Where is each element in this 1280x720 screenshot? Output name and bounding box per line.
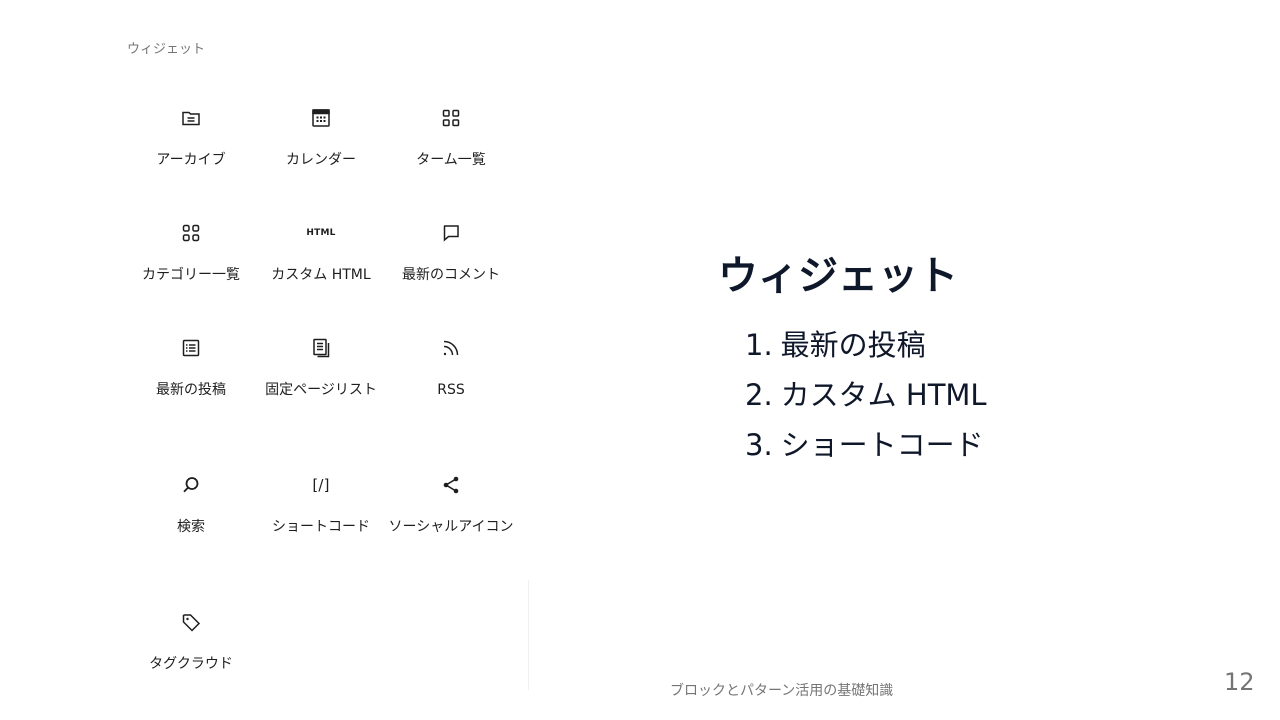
block-label: カスタム HTML (271, 267, 371, 283)
block-custom-html[interactable]: HTML カスタム HTML (256, 221, 386, 331)
block-label: 最新の投稿 (156, 382, 226, 398)
block-tag-cloud[interactable]: タグクラウド (126, 610, 256, 720)
block-terms-list[interactable]: ターム一覧 (386, 106, 516, 216)
list-number: 3. (745, 428, 773, 462)
block-latest-posts[interactable]: 最新の投稿 (126, 336, 256, 446)
terms-list-icon (439, 106, 463, 130)
block-label: ショートコード (272, 519, 370, 535)
rss-icon (439, 336, 463, 360)
shortcode-icon: [/] (309, 473, 333, 497)
html-icon: HTML (306, 221, 336, 245)
block-label: 検索 (177, 519, 205, 535)
calendar-icon (309, 106, 333, 130)
tag-icon (179, 610, 203, 634)
list-item: 1. 最新の投稿 (718, 320, 987, 370)
post-list-icon (179, 336, 203, 360)
list-item: 2. カスタム HTML (718, 370, 987, 420)
list-item: 3. ショートコード (718, 420, 987, 470)
block-categories[interactable]: カテゴリー一覧 (126, 221, 256, 331)
block-label: アーカイブ (156, 152, 226, 168)
block-label: カテゴリー一覧 (142, 267, 240, 283)
block-social-icons[interactable]: ソーシャルアイコン (386, 473, 516, 583)
list-text: カスタム HTML (780, 378, 987, 412)
block-label: 最新のコメント (402, 267, 500, 283)
block-label: 固定ページリスト (265, 382, 377, 398)
block-archives[interactable]: アーカイブ (126, 106, 256, 216)
categories-icon (179, 221, 203, 245)
panel-title: ウィジェット (127, 42, 206, 57)
slide-heading: ウィジェット (718, 253, 958, 299)
block-label: ターム一覧 (416, 152, 486, 168)
list-number: 2. (745, 378, 773, 412)
block-calendar[interactable]: カレンダー (256, 106, 386, 216)
list-text: ショートコード (780, 428, 984, 462)
page-number: 12 (1224, 668, 1255, 696)
widgets-panel: ウィジェット アーカイブ カレンダー ターム一覧 カテゴリー一覧 HTML カス… (0, 0, 530, 720)
slide-content: ウィジェット 1. 最新の投稿 2. カスタム HTML 3. ショートコード (718, 248, 987, 470)
block-label: タグクラウド (149, 656, 233, 672)
pages-icon (309, 336, 333, 360)
block-label: RSS (437, 382, 465, 398)
search-icon (179, 473, 203, 497)
panel-divider (528, 580, 529, 690)
block-label: ソーシャルアイコン (388, 519, 514, 535)
slide-list: 1. 最新の投稿 2. カスタム HTML 3. ショートコード (718, 320, 987, 470)
block-page-list[interactable]: 固定ページリスト (256, 336, 386, 446)
archive-icon (179, 106, 203, 130)
html-icon-text: HTML (306, 228, 336, 238)
list-text: 最新の投稿 (780, 328, 926, 362)
footer-title: ブロックとパターン活用の基礎知識 (670, 683, 894, 699)
block-rss[interactable]: RSS (386, 336, 516, 446)
list-number: 1. (745, 328, 773, 362)
shortcode-icon-text: [/] (312, 476, 330, 494)
block-shortcode[interactable]: [/] ショートコード (256, 473, 386, 583)
block-search[interactable]: 検索 (126, 473, 256, 583)
block-latest-comments[interactable]: 最新のコメント (386, 221, 516, 331)
block-label: カレンダー (286, 152, 356, 168)
comment-icon (439, 221, 463, 245)
share-icon (439, 473, 463, 497)
